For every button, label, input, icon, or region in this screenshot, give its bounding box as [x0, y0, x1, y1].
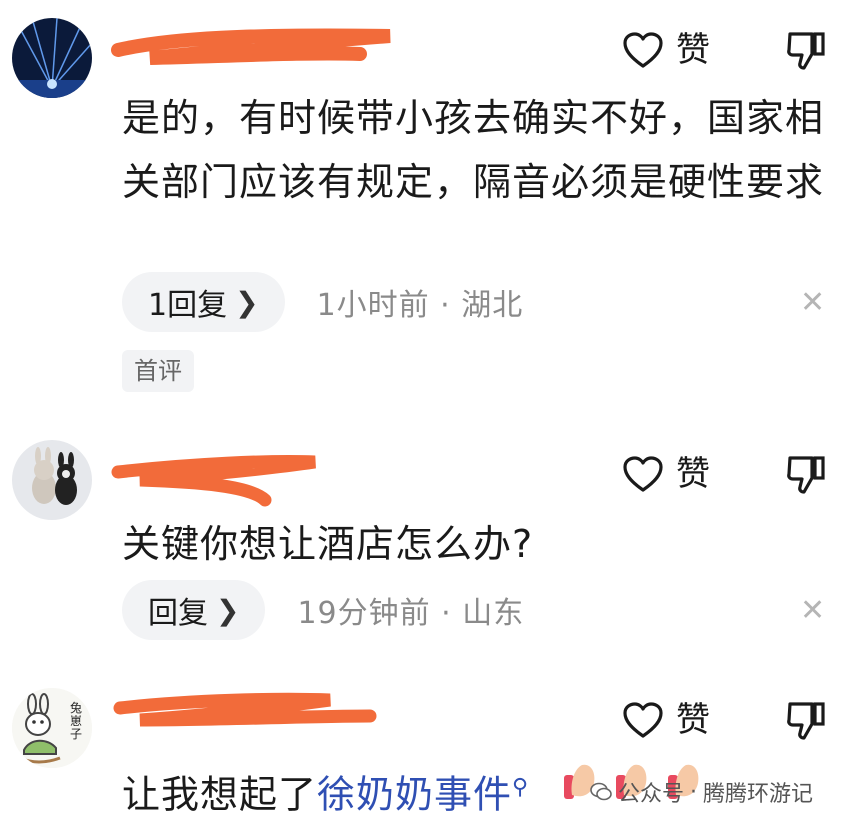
- reply-label: 1回复: [148, 288, 228, 323]
- reply-label: 回复: [148, 596, 208, 631]
- thumbs-down-icon[interactable]: [784, 698, 828, 742]
- reply-button[interactable]: 回复 ❯: [122, 580, 266, 640]
- time-location: 19分钟前 · 山东: [297, 596, 525, 631]
- username-redacted: [111, 28, 391, 65]
- comment-text: 是的，有时候带小孩去确实不好，国家相关部门应该有规定，隔音必须是硬性要求: [122, 96, 825, 204]
- like-button[interactable]: 赞: [622, 454, 710, 494]
- like-button[interactable]: 赞: [622, 700, 710, 740]
- avatar[interactable]: 兔崽子: [12, 688, 92, 768]
- chevron-right-icon: ❯: [235, 285, 259, 319]
- watermark-separator: ·: [690, 779, 698, 805]
- comment-meta: 回复 ❯ 19分钟前 · 山东: [122, 580, 524, 640]
- close-icon[interactable]: ✕: [800, 596, 825, 626]
- thumbs-down-icon[interactable]: [784, 28, 828, 72]
- avatar[interactable]: [12, 440, 92, 520]
- avatar-text: 兔崽子: [70, 701, 83, 741]
- like-label: 赞: [676, 454, 710, 494]
- like-button[interactable]: 赞: [622, 30, 710, 70]
- like-label: 赞: [676, 700, 710, 740]
- chevron-right-icon: ❯: [216, 593, 240, 627]
- watermark: 公众号 · 腾腾环游记: [590, 776, 813, 808]
- heart-outline-icon: [623, 32, 663, 68]
- comment-meta: 1回复 ❯ 1小时前 · 湖北: [122, 272, 523, 332]
- wechat-icon: [590, 782, 612, 801]
- search-link[interactable]: 徐奶奶事件: [317, 773, 512, 817]
- comment-text-prefix: 让我想起了: [122, 772, 318, 817]
- like-label: 赞: [676, 30, 710, 70]
- watermark-source: 公众号: [618, 782, 685, 807]
- username-redacted: [111, 455, 316, 507]
- avatar[interactable]: [12, 18, 92, 98]
- heart-outline-icon: [623, 456, 663, 492]
- search-icon[interactable]: ⚲: [512, 775, 529, 800]
- watermark-author: 腾腾环游记: [703, 782, 814, 807]
- reply-button[interactable]: 1回复 ❯: [122, 272, 285, 332]
- first-comment-tag: 首评: [122, 350, 194, 392]
- close-icon[interactable]: ✕: [800, 288, 825, 318]
- thumbs-down-icon[interactable]: [784, 452, 828, 496]
- username-redacted: [113, 692, 377, 727]
- heart-outline-icon: [623, 702, 663, 738]
- time-location: 1小时前 · 湖北: [316, 288, 524, 323]
- comment-text: 关键你想让酒店怎么办?: [122, 522, 534, 566]
